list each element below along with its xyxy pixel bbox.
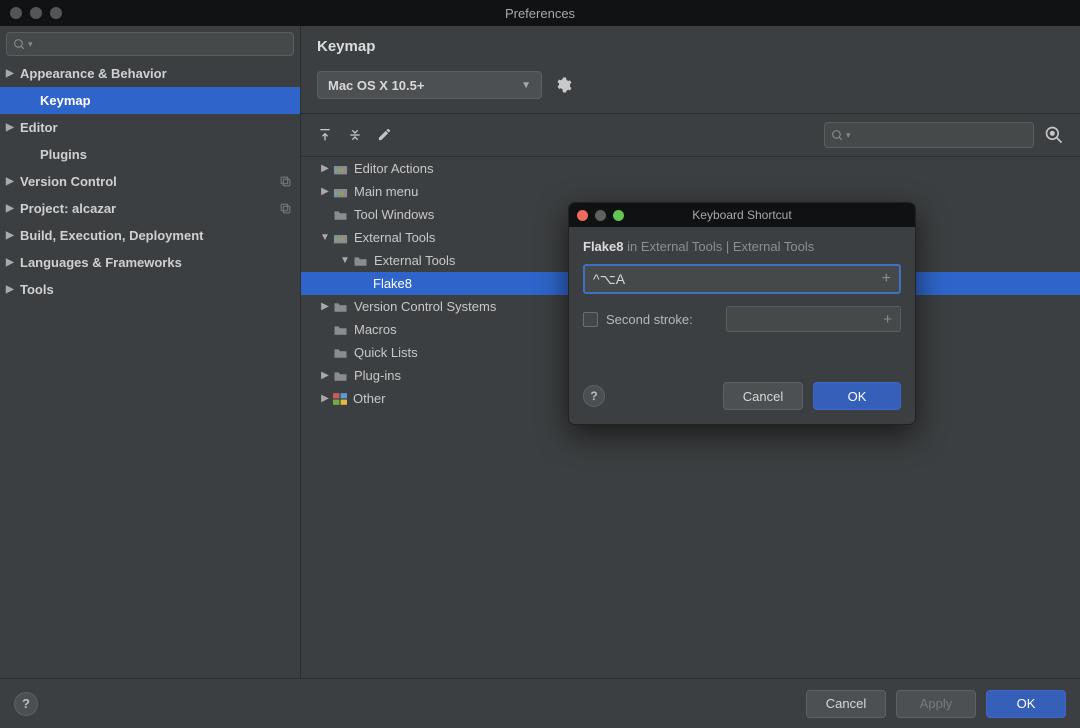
collapse-all-icon[interactable] [347,127,363,143]
triangle-right-icon: ▶ [6,284,14,295]
keyboard-shortcut-dialog: Keyboard Shortcut Flake8 in External Too… [568,202,916,425]
window-titlebar: Preferences [0,0,1080,26]
triangle-down-icon: ▼ [319,232,331,243]
tree-row-editor-actions[interactable]: ▶ Editor Actions [301,157,1080,180]
tree-row-label: External Tools [354,230,435,245]
spacer [359,278,371,289]
sidebar-item-label: Keymap [40,93,91,108]
tree-row-label: Quick Lists [354,345,418,360]
second-stroke-checkbox[interactable] [583,312,598,327]
sidebar-item-version-control[interactable]: ▶ Version Control [0,168,300,195]
help-button[interactable]: ? [14,692,38,716]
find-by-shortcut-icon[interactable] [1044,125,1064,145]
dialog-help-button[interactable]: ? [583,385,605,407]
triangle-right-icon: ▶ [319,393,331,404]
cancel-button[interactable]: Cancel [806,690,886,718]
triangle-right-icon: ▶ [319,301,331,312]
preferences-sidebar: ▾ ▶ Appearance & Behavior Keymap ▶ Editor Plu… [0,26,300,678]
first-stroke-value: ^⌥A [593,271,625,288]
sidebar-item-languages-frameworks[interactable]: ▶ Languages & Frameworks [0,249,300,276]
tree-row-label: Editor Actions [354,161,434,176]
sidebar-item-project-alcazar[interactable]: ▶ Project: alcazar [0,195,300,222]
ok-button[interactable]: OK [986,690,1066,718]
toolbox-icon [333,186,348,198]
search-icon [13,38,26,51]
tree-row-label: Other [353,391,386,406]
chevron-down-icon: ▾ [846,130,851,141]
triangle-right-icon: ▶ [6,122,14,133]
triangle-right-icon: ▶ [319,163,331,174]
triangle-right-icon: ▶ [319,370,331,381]
plus-icon: + [882,270,891,288]
tree-row-label: Version Control Systems [354,299,496,314]
window-title: Preferences [0,6,1080,21]
folder-icon [333,209,348,221]
action-search-input[interactable]: ▾ [824,122,1034,148]
sidebar-item-plugins[interactable]: Plugins [0,141,300,168]
tree-row-label: Plug-ins [354,368,401,383]
search-icon [831,129,844,142]
triangle-right-icon: ▶ [6,203,14,214]
sidebar-item-label: Version Control [20,174,117,189]
apply-button[interactable]: Apply [896,690,976,718]
first-stroke-input[interactable]: ^⌥A + [583,264,901,294]
panel-title: Keymap [317,38,1064,55]
colorbox-icon [333,393,347,405]
sidebar-item-appearance-behavior[interactable]: ▶ Appearance & Behavior [0,60,300,87]
chevron-down-icon: ▾ [28,39,33,50]
sidebar-item-label: Appearance & Behavior [20,66,167,81]
copy-icon [279,175,292,188]
folder-icon [333,370,348,382]
shortcut-breadcrumb: Flake8 in External Tools | External Tool… [583,239,901,254]
toolbox-icon [333,163,348,175]
edit-icon[interactable] [377,127,392,143]
sidebar-item-build-execution-deployment[interactable]: ▶ Build, Execution, Deployment [0,222,300,249]
toolbox-icon [333,232,348,244]
triangle-down-icon: ▼ [339,255,351,266]
tree-row-main-menu[interactable]: ▶ Main menu [301,180,1080,203]
triangle-right-icon: ▶ [6,257,14,268]
spacer [319,209,331,220]
dialog-ok-button[interactable]: OK [813,382,901,410]
tree-row-label: Tool Windows [354,207,434,222]
spacer [319,324,331,335]
sidebar-item-label: Languages & Frameworks [20,255,182,270]
tree-row-label: Main menu [354,184,418,199]
sidebar-item-editor[interactable]: ▶ Editor [0,114,300,141]
triangle-right-icon: ▶ [6,230,14,241]
second-stroke-input[interactable]: + [726,306,901,332]
dialog-titlebar: Keyboard Shortcut [569,203,915,227]
dialog-cancel-button[interactable]: Cancel [723,382,803,410]
tree-row-label: Flake8 [373,276,412,291]
gear-icon[interactable] [554,76,572,94]
folder-icon [353,255,368,267]
folder-icon [333,324,348,336]
keymap-scheme-value: Mac OS X 10.5+ [328,78,424,93]
triangle-right-icon: ▶ [6,176,14,187]
tree-row-label: External Tools [374,253,455,268]
dialog-title: Keyboard Shortcut [569,208,915,222]
sidebar-search-input[interactable]: ▾ [6,32,294,56]
sidebar-item-label: Tools [20,282,54,297]
plus-icon: + [883,311,892,328]
chevron-down-icon: ▼ [521,80,531,91]
second-stroke-label: Second stroke: [606,312,693,327]
triangle-right-icon: ▶ [319,186,331,197]
folder-icon [333,347,348,359]
sidebar-item-tools[interactable]: ▶ Tools [0,276,300,303]
keymap-scheme-dropdown[interactable]: Mac OS X 10.5+ ▼ [317,71,542,99]
sidebar-item-label: Build, Execution, Deployment [20,228,203,243]
sidebar-item-label: Editor [20,120,58,135]
folder-icon [333,301,348,313]
sidebar-item-label: Plugins [40,147,87,162]
spacer [319,347,331,358]
sidebar-item-label: Project: alcazar [20,201,116,216]
sidebar-item-keymap[interactable]: Keymap [0,87,300,114]
copy-icon [279,202,292,215]
triangle-right-icon: ▶ [6,68,14,79]
tree-row-label: Macros [354,322,397,337]
dialog-footer: ? Cancel Apply OK [0,678,1080,728]
expand-all-icon[interactable] [317,127,333,143]
